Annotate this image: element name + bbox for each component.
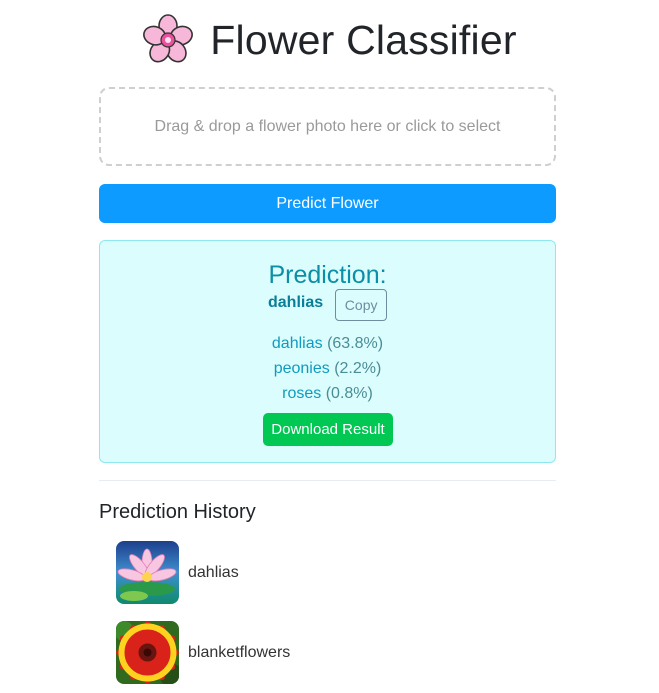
app-header: Flower Classifier: [0, 10, 659, 70]
probability-percent: (63.8%): [327, 335, 384, 352]
history-item[interactable]: dahlias: [116, 541, 536, 604]
probability-class: roses: [282, 385, 322, 402]
probability-item: peonies (2.2%): [100, 356, 555, 381]
download-result-button[interactable]: Download Result: [263, 413, 393, 446]
prediction-result-panel: Prediction: dahlias Copy dahlias (63.8%)…: [99, 240, 556, 463]
gaillardia-thumbnail: [116, 621, 179, 684]
dropzone-prompt: Drag & drop a flower photo here or click…: [154, 117, 501, 135]
upload-dropzone[interactable]: Drag & drop a flower photo here or click…: [99, 87, 556, 166]
history-heading: Prediction History: [99, 501, 256, 523]
page-title: Flower Classifier: [210, 16, 517, 63]
cherry-blossom-icon: [143, 14, 194, 63]
probability-class: peonies: [273, 360, 330, 377]
probability-list: dahlias (63.8%) peonies (2.2%) roses (0.…: [100, 331, 555, 406]
top-prediction-row: dahlias Copy: [268, 288, 388, 321]
history-item[interactable]: blanketflowers: [116, 621, 536, 684]
prediction-heading: Prediction:: [268, 261, 387, 289]
probability-percent: (2.2%): [334, 360, 382, 377]
top-prediction-label: dahlias: [268, 294, 324, 311]
section-divider: [99, 480, 556, 481]
probability-class: dahlias: [271, 335, 323, 352]
water-lily-thumbnail: [116, 541, 179, 604]
history-item-label: blanketflowers: [188, 643, 291, 661]
probability-percent: (0.8%): [325, 385, 373, 402]
predict-button[interactable]: Predict Flower: [99, 184, 556, 223]
probability-item: roses (0.8%): [100, 381, 555, 406]
history-item-label: dahlias: [188, 563, 239, 581]
copy-button[interactable]: Copy: [335, 289, 388, 321]
probability-item: dahlias (63.8%): [100, 331, 555, 356]
